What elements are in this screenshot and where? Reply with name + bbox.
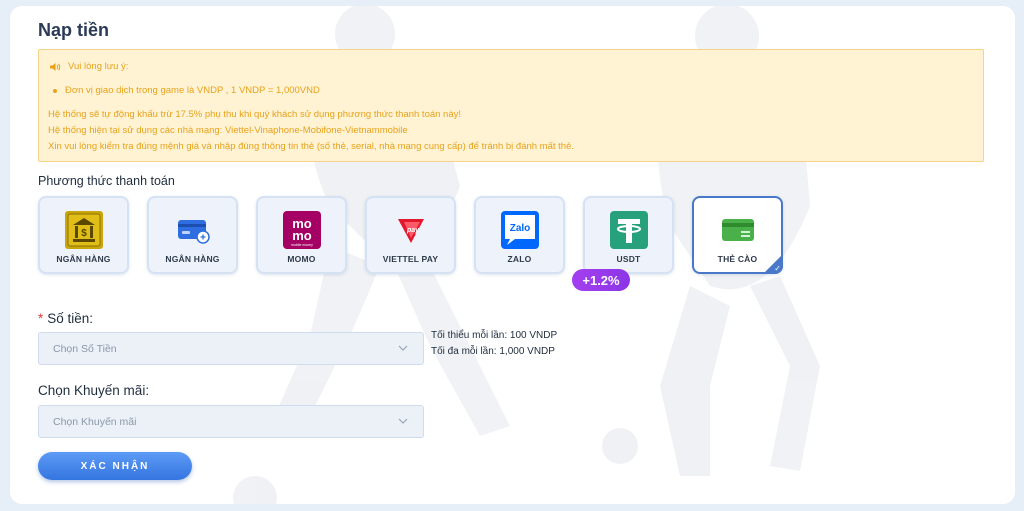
amount-select-placeholder: Chọn Số Tiền [53, 342, 117, 355]
chevron-down-icon [398, 418, 408, 424]
deposit-panel: Nạp tiền Vui lòng lưu ý: Đơn vị giao dịc… [10, 6, 1015, 504]
zalo-logo-text: Zalo [509, 223, 530, 234]
bullet-dot-icon [53, 88, 57, 93]
method-label: USDT [616, 254, 641, 264]
notice-line-surcharge: Hệ thống sẽ tự động khấu trừ 17.5% phụ t… [48, 109, 462, 120]
amount-label-text: Số tiền: [47, 311, 94, 326]
viettel-pay-logo-icon: pay [392, 211, 430, 249]
usdt-bonus-badge: +1.2% [572, 269, 630, 291]
confirm-button[interactable]: XÁC NHẬN [38, 452, 192, 480]
svg-text:$: $ [81, 228, 87, 239]
method-scratch-card[interactable]: THẺ CÀO ✓ [692, 196, 783, 274]
notice-bullet: Đơn vị giao dịch trong game là VNDP , 1 … [53, 85, 320, 96]
notice-heading: Vui lòng lưu ý: [49, 61, 128, 72]
method-label: THẺ CÀO [717, 254, 758, 264]
tether-logo-icon [609, 211, 648, 249]
amount-select[interactable]: Chọn Số Tiền [38, 332, 424, 365]
method-momo[interactable]: mo mo mobile money MOMO [256, 196, 347, 274]
promo-select-placeholder: Chọn Khuyến mãi [53, 415, 137, 428]
amount-min-text: Tối thiểu mỗi lần: 100 VNDP [431, 330, 558, 341]
zalo-logo-icon: Zalo [500, 211, 539, 249]
notice-bullet-text: Đơn vị giao dịch trong game là VNDP , 1 … [65, 85, 320, 96]
momo-logo-bottom: mo [292, 228, 312, 243]
notice-line-warning: Xin vui lòng kiểm tra đúng mệnh giá và n… [48, 141, 575, 152]
momo-logo-icon: mo mo mobile money [282, 211, 321, 249]
bank-card-icon [174, 211, 212, 249]
notice-heading-text: Vui lòng lưu ý: [68, 61, 129, 72]
notice-box: Vui lòng lưu ý: Đơn vị giao dịch trong g… [38, 49, 984, 162]
promo-select[interactable]: Chọn Khuyến mãi [38, 405, 424, 438]
method-zalo[interactable]: Zalo ZALO [474, 196, 565, 274]
amount-limits: Tối thiểu mỗi lần: 100 VNDP Tối đa mỗi l… [431, 328, 557, 360]
payment-method-label: Phương thức thanh toán [38, 174, 175, 188]
viettel-logo-text: pay [405, 227, 419, 234]
method-bank-transfer[interactable]: $ NGÂN HÀNG [38, 196, 129, 274]
method-viettel-pay[interactable]: pay VIETTEL PAY [365, 196, 456, 274]
speaker-icon [50, 62, 61, 71]
method-label: NGÂN HÀNG [165, 254, 220, 264]
promo-label: Chọn Khuyến mãi: [38, 383, 150, 398]
chevron-down-icon [398, 345, 408, 351]
method-label: MOMO [287, 254, 316, 264]
momo-logo-sub: mobile money [291, 243, 313, 247]
selected-check-icon: ✓ [763, 254, 783, 274]
bank-building-icon: $ [64, 211, 103, 249]
amount-label: * Số tiền: [38, 311, 93, 326]
amount-max-text: Tối đa mỗi lần: 1,000 VNDP [431, 346, 555, 357]
method-bank-card[interactable]: NGÂN HÀNG [147, 196, 238, 274]
method-label: ZALO [507, 254, 532, 264]
method-label: VIETTEL PAY [382, 254, 439, 264]
required-mark: * [38, 311, 44, 326]
notice-line-carriers: Hệ thống hiện tại sử dụng các nhà mạng: … [48, 125, 408, 136]
method-usdt[interactable]: USDT [583, 196, 674, 274]
page-title: Nạp tiền [38, 20, 110, 40]
method-label: NGÂN HÀNG [56, 254, 111, 264]
scratch-card-icon [719, 211, 757, 249]
